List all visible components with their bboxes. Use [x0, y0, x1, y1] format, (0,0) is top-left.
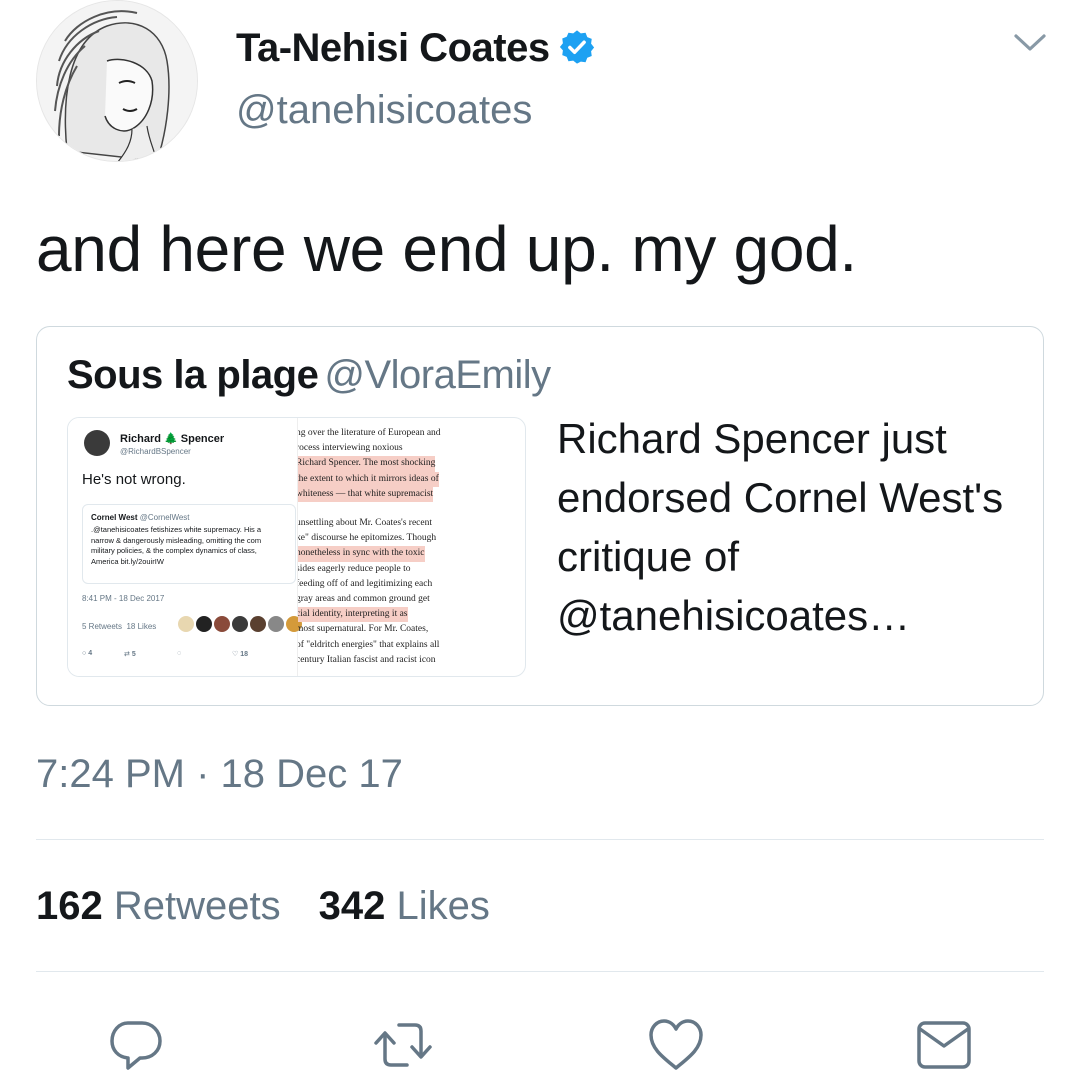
inner-quote-line: narrow & dangerously misleading, omittin… — [91, 535, 262, 545]
avatar-illustration — [37, 1, 197, 161]
tweet-timestamp[interactable]: 7:24 PM · 18 Dec 17 — [36, 752, 403, 797]
article-line: most supernatural. For Mr. Coates, — [298, 624, 429, 635]
likes-label: Likes — [396, 884, 490, 928]
likes-count: 342 — [318, 884, 386, 928]
inner-quote-author: Cornel West @CornelWest — [91, 513, 190, 522]
liker-avatar — [196, 616, 212, 632]
likes-stat[interactable]: 342 Likes — [319, 884, 490, 928]
retweets-stat[interactable]: 162 Retweets — [36, 884, 281, 928]
inner-quote-text: .@tanehisicoates fetishizes white suprem… — [91, 525, 295, 567]
inner-quote-line: .@tanehisicoates fetishizes white suprem… — [91, 525, 262, 534]
like-icon — [649, 1019, 703, 1070]
direct-message-button[interactable] — [914, 1015, 974, 1075]
article-line: rocess interviewing noxious — [298, 443, 403, 454]
tweet-text: and here we end up. my god. — [36, 213, 857, 285]
article-excerpt: ng over the literature of European and ro… — [298, 426, 525, 676]
quoted-media-image[interactable]: Richard 🌲 Spencer @RichardBSpencer He's … — [67, 417, 526, 677]
embedded-stats: 5 Retweets 18 Likes — [82, 622, 156, 631]
embedded-inner-quote: Cornel West @CornelWest .@tanehisicoates… — [82, 504, 296, 584]
article-line: ng over the literature of European and — [298, 428, 441, 438]
quoted-handle: @VloraEmily — [324, 353, 551, 397]
article-line: whiteness — that white supremacist — [298, 486, 434, 503]
reply-icon — [110, 1021, 162, 1070]
quoted-text: Richard Spencer just endorsed Cornel Wes… — [557, 415, 1004, 639]
author-display-name[interactable]: Ta-Nehisi Coates — [236, 26, 596, 71]
embedded-retweet-count: ⇄ 5 — [124, 651, 136, 658]
liker-avatar — [232, 616, 248, 632]
embedded-text: He's not wrong. — [82, 471, 186, 488]
liker-avatar — [268, 616, 284, 632]
embedded-retweet-value: 5 — [131, 651, 136, 658]
retweet-icon — [374, 1023, 432, 1067]
retweet-button[interactable] — [373, 1015, 433, 1075]
article-line: nonetheless in sync with the toxic — [298, 546, 425, 562]
embedded-dm-icon: ◌ — [177, 650, 182, 657]
message-icon — [917, 1021, 971, 1069]
article-line: the extent to which it mirrors ideas of — [298, 471, 439, 487]
divider — [36, 971, 1044, 972]
author-name-text: Ta-Nehisi Coates — [236, 26, 550, 70]
author-handle[interactable]: @tanehisicoates — [236, 88, 532, 133]
divider — [36, 839, 1044, 840]
chevron-down-icon[interactable] — [1010, 26, 1050, 58]
article-line: ke" discourse he epitomizes. Though — [298, 533, 437, 544]
article-gap — [298, 502, 525, 516]
like-button[interactable] — [646, 1015, 706, 1075]
article-line: unsettling about Mr. Coates's recent — [298, 518, 433, 529]
retweets-count: 162 — [36, 884, 103, 928]
article-line: feeding off of and legitimizing each — [298, 578, 433, 589]
quoted-author: Sous la plage @VloraEmily — [67, 353, 551, 398]
embedded-reply-value: 4 — [88, 650, 93, 657]
embedded-like-count: ♡ 18 — [232, 651, 249, 658]
embedded-reply-count: ○ 4 — [82, 650, 93, 657]
embedded-like-value: 18 — [240, 651, 249, 658]
embedded-tweet-screenshot: Richard 🌲 Spencer @RichardBSpencer He's … — [68, 418, 302, 676]
embedded-liker-avatars — [178, 616, 304, 632]
liker-avatar — [214, 616, 230, 632]
liker-avatar — [178, 616, 194, 632]
quoted-display-name: Sous la plage — [67, 353, 319, 397]
embedded-likes: 18 Likes — [126, 622, 157, 631]
liker-avatar — [250, 616, 266, 632]
embedded-avatar — [84, 430, 110, 456]
embedded-handle: @RichardBSpencer — [120, 447, 191, 456]
embedded-retweets: 5 Retweets — [82, 622, 123, 631]
quoted-tweet-card[interactable]: Sous la plage @VloraEmily Richard 🌲 Spenc… — [36, 326, 1044, 706]
engagement-stats: 162 Retweets 342 Likes — [36, 884, 490, 929]
embedded-time: 8:41 PM - 18 Dec 2017 — [82, 594, 165, 603]
inner-quote-line: America bit.ly/2ouirIW — [91, 556, 164, 566]
article-line: Richard Spencer. The most shocking — [298, 456, 436, 472]
inner-quote-name: Cornel West — [91, 513, 138, 522]
article-line: sides eagerly reduce people to — [298, 563, 411, 574]
reply-button[interactable] — [106, 1015, 166, 1075]
retweets-label: Retweets — [113, 884, 281, 928]
inner-quote-line: military policies, & the complex dynamic… — [91, 546, 257, 555]
inner-quote-handle: @CornelWest — [139, 513, 190, 522]
article-line: of "eldritch energies" that explains all — [298, 639, 440, 650]
embedded-name: Richard 🌲 Spencer — [120, 433, 225, 445]
author-avatar[interactable] — [36, 0, 198, 162]
article-line: century Italian fascist and racist icon — [298, 654, 436, 665]
article-line: gray areas and common ground get — [298, 594, 430, 605]
article-line: cial identity, interpreting it as — [298, 607, 408, 623]
verified-badge-icon — [559, 30, 594, 64]
